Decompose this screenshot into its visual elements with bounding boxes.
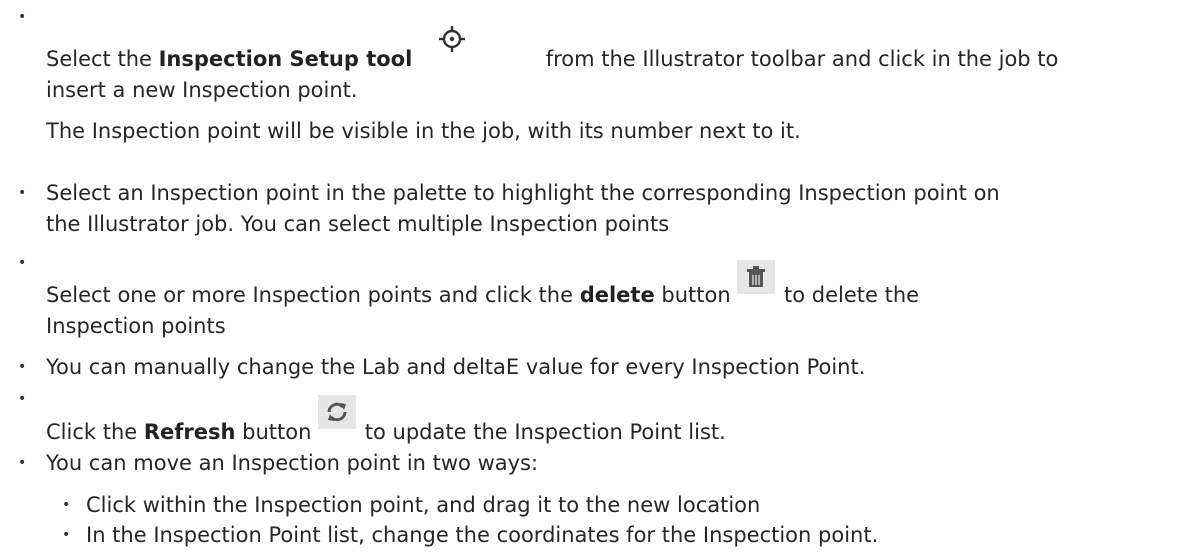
bullet-marker: • — [18, 185, 27, 201]
list-item-inspection-setup: Select the Inspection Setup tool from th… — [46, 26, 1166, 147]
bullet-marker: • — [18, 255, 27, 271]
list-item-select-point: Select an Inspection point in the palett… — [46, 181, 1000, 236]
trash-icon — [737, 260, 777, 311]
sub-bullet-marker: • — [62, 497, 71, 513]
list-item-delete: Select one or more Inspection points and… — [46, 260, 1166, 342]
tool-name: Inspection Setup tool — [158, 47, 413, 71]
bullet-marker: • — [18, 455, 27, 471]
instruction-line: Select the Inspection Setup tool from th… — [46, 26, 1166, 75]
note-text: The Inspection point will be visible in … — [46, 119, 801, 143]
document-body: • Select the Inspection Setup tool from … — [0, 0, 1178, 553]
sub-list-item: In the Inspection Point list, change the… — [86, 523, 879, 547]
button-name-refresh: Refresh — [143, 420, 236, 444]
sub-list-item: Click within the Inspection point, and d… — [86, 493, 761, 517]
list-item-move-point: You can move an Inspection point in two … — [46, 451, 539, 475]
button-name-delete: delete — [579, 283, 655, 307]
bullet-marker: • — [18, 359, 27, 375]
list-item-manual-change: You can manually change the Lab and delt… — [46, 355, 866, 379]
refresh-icon — [318, 395, 358, 448]
bullet-marker: • — [18, 9, 27, 25]
instruction-line: insert a new Inspection point. — [46, 78, 358, 102]
list-item-refresh: Click the Refresh button to update the I… — [46, 395, 1166, 448]
crosshair-icon — [419, 26, 489, 75]
sub-bullet-marker: • — [62, 527, 71, 543]
bullet-marker: • — [18, 391, 27, 407]
